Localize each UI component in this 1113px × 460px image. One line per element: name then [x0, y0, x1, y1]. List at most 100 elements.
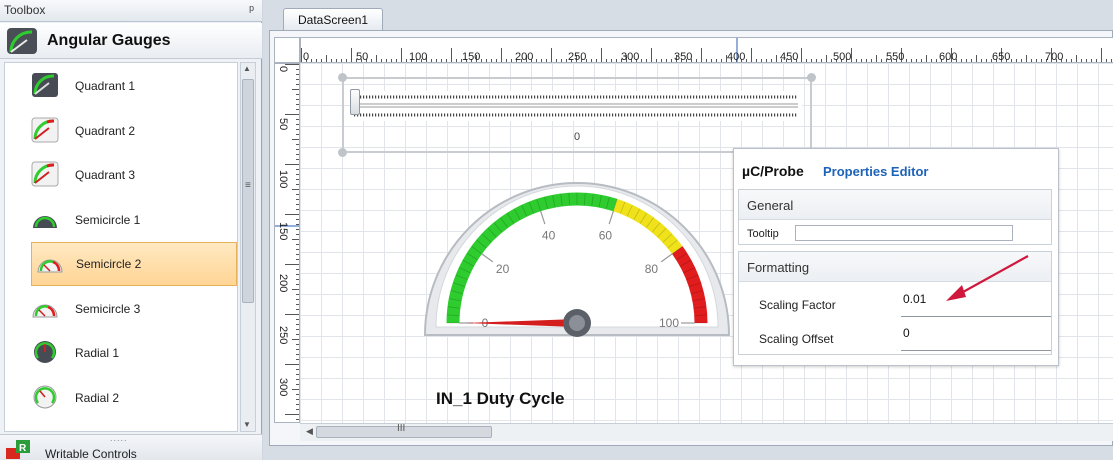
- properties-editor-title: µC/Probe: [742, 163, 804, 179]
- section-general-header[interactable]: General: [739, 190, 1051, 220]
- ruler-label: 50: [356, 51, 369, 63]
- toolbox-item-label: Radial 2: [75, 390, 120, 405]
- toolbox-title: Toolbox: [4, 3, 46, 17]
- scroll-up-arrow-icon[interactable]: ▲: [243, 64, 251, 73]
- toolbox-item-label: Quadrant 3: [75, 168, 136, 182]
- toolbox-scrollbar-thumb[interactable]: ≡: [242, 79, 254, 303]
- gauge-tick-label: 60: [599, 229, 613, 243]
- toolbox-item[interactable]: Semicircle 1: [5, 198, 237, 242]
- tooltip-input[interactable]: [795, 225, 1013, 241]
- toolbox-item-label: Radial 1: [75, 346, 120, 360]
- grip-icon: ≡: [245, 180, 251, 191]
- gauge-title: IN_1 Duty Cycle: [436, 389, 565, 408]
- slider-thumb[interactable]: [350, 89, 360, 115]
- toolbox-item[interactable]: Quadrant 1: [5, 64, 237, 108]
- toolbox-panel: Toolbox ᵖ Angular Gauges Quadrant 1 Quadr…: [0, 0, 262, 460]
- resize-handle[interactable]: [807, 73, 816, 82]
- canvas-scrollbar-thumb[interactable]: III: [316, 423, 492, 438]
- ruler-label: 200: [277, 274, 289, 293]
- toolbox-item-label: Quadrant 1: [75, 79, 136, 93]
- tab-label: DataScreen1: [298, 13, 369, 27]
- gauge-hub-inner: [569, 315, 585, 331]
- ruler-label: 450: [780, 51, 799, 63]
- semicircle-light-icon: [32, 304, 58, 317]
- scaling-factor-label: Scaling Factor: [759, 298, 836, 312]
- ruler-label: 150: [277, 222, 289, 241]
- toolbox-group-header[interactable]: Angular Gauges: [0, 23, 262, 59]
- ruler-label: 550: [886, 51, 905, 63]
- scaling-offset-field[interactable]: 0: [903, 326, 910, 340]
- toolbox-item[interactable]: Semicircle 2: [31, 242, 237, 286]
- writable-controls-label: Writable Controls: [45, 447, 137, 460]
- ruler-label: 50: [277, 118, 289, 131]
- toolbox-item[interactable]: Quadrant 3: [5, 153, 237, 197]
- scaling-factor-field[interactable]: 0.01: [903, 292, 926, 306]
- gauge-tick-label: 20: [496, 262, 510, 276]
- quadrant-dark-icon: [32, 73, 58, 97]
- ruler-corner: [274, 37, 300, 63]
- toolbox-item-label: Semicircle 1: [75, 212, 141, 227]
- slider-value: 0: [574, 131, 581, 143]
- toolbox-item-label: Semicircle 3: [75, 301, 141, 316]
- scroll-down-arrow-icon[interactable]: ▼: [243, 420, 251, 429]
- quadrant-light-icon: [31, 161, 59, 187]
- ruler-label: 650: [992, 51, 1011, 63]
- toolbox-item[interactable]: Quadrant 2: [5, 109, 237, 153]
- toolbox-item[interactable]: Semicircle 3: [5, 287, 237, 331]
- toolbox-scrollbar[interactable]: ▲ ≡ ▼: [240, 62, 256, 432]
- writable-controls-icon: R: [6, 440, 30, 459]
- svg-text:R: R: [19, 443, 27, 454]
- semicircle-gauge[interactable]: 020406080100: [422, 175, 732, 345]
- annotation-arrow-icon: [946, 255, 1029, 301]
- tooltip-label: Tooltip: [747, 228, 779, 240]
- properties-editor-subtitle: Properties Editor: [823, 164, 929, 179]
- toolbox-item-list: Quadrant 1 Quadrant 2 Quadrant 3 Semicircle…: [4, 62, 238, 432]
- slider-widget[interactable]: 0: [338, 73, 816, 157]
- section-formatting-label: Formatting: [747, 260, 810, 275]
- vertical-ruler: 0 50 100 150 200 250 300: [274, 63, 300, 423]
- resize-handle[interactable]: [338, 148, 347, 157]
- gauge-quadrant-icon: [7, 28, 37, 54]
- horizontal-ruler: 0 50 100 150 200 250 300 350 400 450 500 550 600 650 7…: [300, 37, 1113, 63]
- toolbox-item-label: Semicircle 2: [76, 257, 142, 271]
- section-general-label: General: [747, 198, 794, 213]
- gauge-tick-label: 100: [659, 316, 679, 330]
- quadrant-light-icon: [31, 117, 59, 142]
- toolbox-footer-writable-controls[interactable]: ..... R Writable Controls: [0, 433, 262, 460]
- ruler-label: 0: [277, 66, 289, 73]
- toolbox-item-label: Quadrant 2: [75, 123, 136, 138]
- scaling-offset-underline: [901, 350, 1051, 351]
- section-general: General Tooltip: [738, 189, 1052, 245]
- scroll-left-arrow-icon[interactable]: ◀: [306, 426, 313, 437]
- ruler-label: 250: [277, 326, 289, 345]
- scaling-offset-label: Scaling Offset: [759, 332, 834, 346]
- ruler-label: 250: [568, 51, 587, 63]
- ruler-label: 0: [303, 51, 310, 63]
- canvas-horizontal-scrollbar[interactable]: ◀ III: [300, 423, 1113, 441]
- semicircle-dark-icon: [33, 215, 57, 228]
- splitter-grip-icon[interactable]: .....: [110, 433, 128, 443]
- ruler-label: 500: [833, 51, 852, 63]
- semicircle-light-icon: [37, 259, 63, 273]
- ruler-label: 400: [727, 51, 746, 63]
- ruler-label: 300: [277, 378, 289, 397]
- scaling-factor-underline: [901, 316, 1051, 317]
- radial-light-icon: [33, 385, 57, 408]
- ruler-label: 200: [515, 51, 534, 63]
- gauge-tick-label: 80: [645, 262, 659, 276]
- pin-icon[interactable]: ᵖ: [249, 2, 254, 17]
- toolbox-item[interactable]: Radial 1: [5, 331, 237, 375]
- ruler-label: 350: [674, 51, 693, 63]
- resize-handle[interactable]: [338, 73, 347, 82]
- toolbox-item[interactable]: Radial 2: [5, 376, 237, 420]
- ruler-label: 300: [621, 51, 640, 63]
- ruler-label: 100: [277, 170, 289, 189]
- toolbox-titlebar: Toolbox ᵖ: [0, 0, 262, 22]
- ruler-label: 150: [462, 51, 481, 63]
- ruler-label: 100: [409, 51, 428, 63]
- toolbox-group-label: Angular Gauges: [47, 32, 171, 49]
- slider-track[interactable]: [350, 91, 802, 121]
- grip-icon: III: [397, 423, 406, 434]
- tab-datascreen1[interactable]: DataScreen1: [283, 8, 383, 30]
- gauge-tick-label: 40: [542, 229, 556, 243]
